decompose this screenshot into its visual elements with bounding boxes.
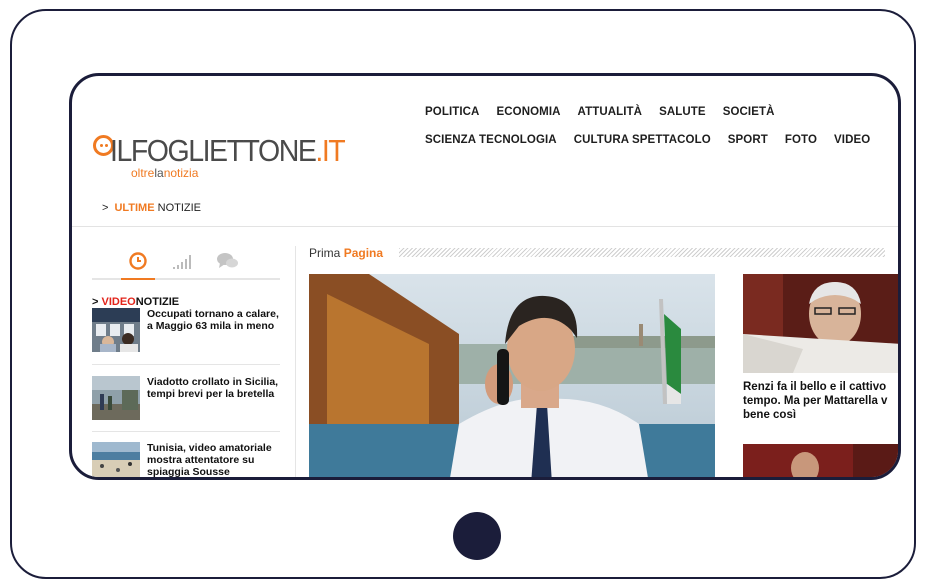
sidebar: > VIDEONOTIZIE Occupati tornano a calare… <box>92 226 283 477</box>
clock-icon[interactable] <box>127 250 149 272</box>
nav-link-politica[interactable]: POLITICA <box>425 106 479 134</box>
news-thumbnail[interactable] <box>92 376 140 420</box>
nav-link-foto[interactable]: FOTO <box>785 134 817 162</box>
nav-link-economia[interactable]: ECONOMIA <box>496 106 560 134</box>
section-label: Prima Pagina <box>309 246 384 260</box>
video-rest: NOTIZIE <box>135 296 180 308</box>
chevron-right-icon: > <box>102 202 109 214</box>
news-title[interactable]: Tunisia, video amatoriale mostra attenta… <box>147 442 283 477</box>
list-item[interactable]: Tunisia, video amatoriale mostra attenta… <box>92 442 283 477</box>
tab-underline-active <box>121 278 155 280</box>
main-navigation: POLITICA ECONOMIA ATTUALITÀ SALUTE SOCIE… <box>425 106 895 162</box>
nav-link-societa[interactable]: SOCIETÀ <box>723 106 775 134</box>
chevron-right-icon: > <box>92 296 99 308</box>
side-story-title[interactable]: Renzi fa il bello e il cattivo tempo. Ma… <box>743 380 898 422</box>
section-hatch-divider <box>399 248 885 257</box>
list-divider <box>92 431 280 432</box>
list-item[interactable]: Occupati tornano a calare, a Maggio 63 m… <box>92 308 282 360</box>
nav-row-secondary: SCIENZA TECNOLOGIA CULTURA SPETTACOLO SP… <box>425 134 895 162</box>
nav-row-primary: POLITICA ECONOMIA ATTUALITÀ SALUTE SOCIE… <box>425 106 895 134</box>
sidebar-tabs <box>92 244 280 280</box>
secondary-story-image[interactable] <box>743 444 898 477</box>
tablet-screen: ILFOGLIETTONE.IT oltrelanotizia POLITICA… <box>69 73 901 480</box>
list-divider <box>92 364 280 365</box>
list-item[interactable]: Viadotto crollato in Sicilia, tempi brev… <box>92 376 282 428</box>
news-title[interactable]: Viadotto crollato in Sicilia, tempi brev… <box>147 376 283 400</box>
ultime-notizie-link[interactable]: > ULTIME NOTIZIE <box>102 202 201 214</box>
nav-link-scienza-tecnologia[interactable]: SCIENZA TECNOLOGIA <box>425 134 557 162</box>
video-highlight: VIDEO <box>101 296 136 308</box>
nav-link-attualita[interactable]: ATTUALITÀ <box>578 106 643 134</box>
nav-link-sport[interactable]: SPORT <box>728 134 768 162</box>
side-story-image[interactable] <box>743 274 898 373</box>
ultime-highlight: ULTIME <box>114 202 155 214</box>
hero-image[interactable] <box>309 274 715 477</box>
signal-bars-icon[interactable] <box>172 250 194 272</box>
logo-tagline: oltrelanotizia <box>131 166 199 180</box>
side-story[interactable]: Renzi fa il bello e il cattivo tempo. Ma… <box>743 274 898 422</box>
logo-wordmark: ILFOGLIETTONE.IT <box>110 133 346 168</box>
news-title[interactable]: Occupati tornano a calare, a Maggio 63 m… <box>147 308 283 332</box>
news-thumbnail[interactable] <box>92 308 140 352</box>
video-notizie-heading[interactable]: > VIDEONOTIZIE <box>92 296 179 308</box>
chat-bubbles-icon[interactable] <box>216 250 238 272</box>
nav-link-salute[interactable]: SALUTE <box>659 106 706 134</box>
nav-link-cultura-spettacolo[interactable]: CULTURA SPETTACOLO <box>574 134 711 162</box>
nav-link-video[interactable]: VIDEO <box>834 134 870 162</box>
ultime-rest: NOTIZIE <box>157 202 202 214</box>
column-divider <box>295 246 296 477</box>
tablet-frame: ILFOGLIETTONE.IT oltrelanotizia POLITICA… <box>10 9 916 579</box>
home-button[interactable] <box>453 512 501 560</box>
news-thumbnail[interactable] <box>92 442 140 477</box>
